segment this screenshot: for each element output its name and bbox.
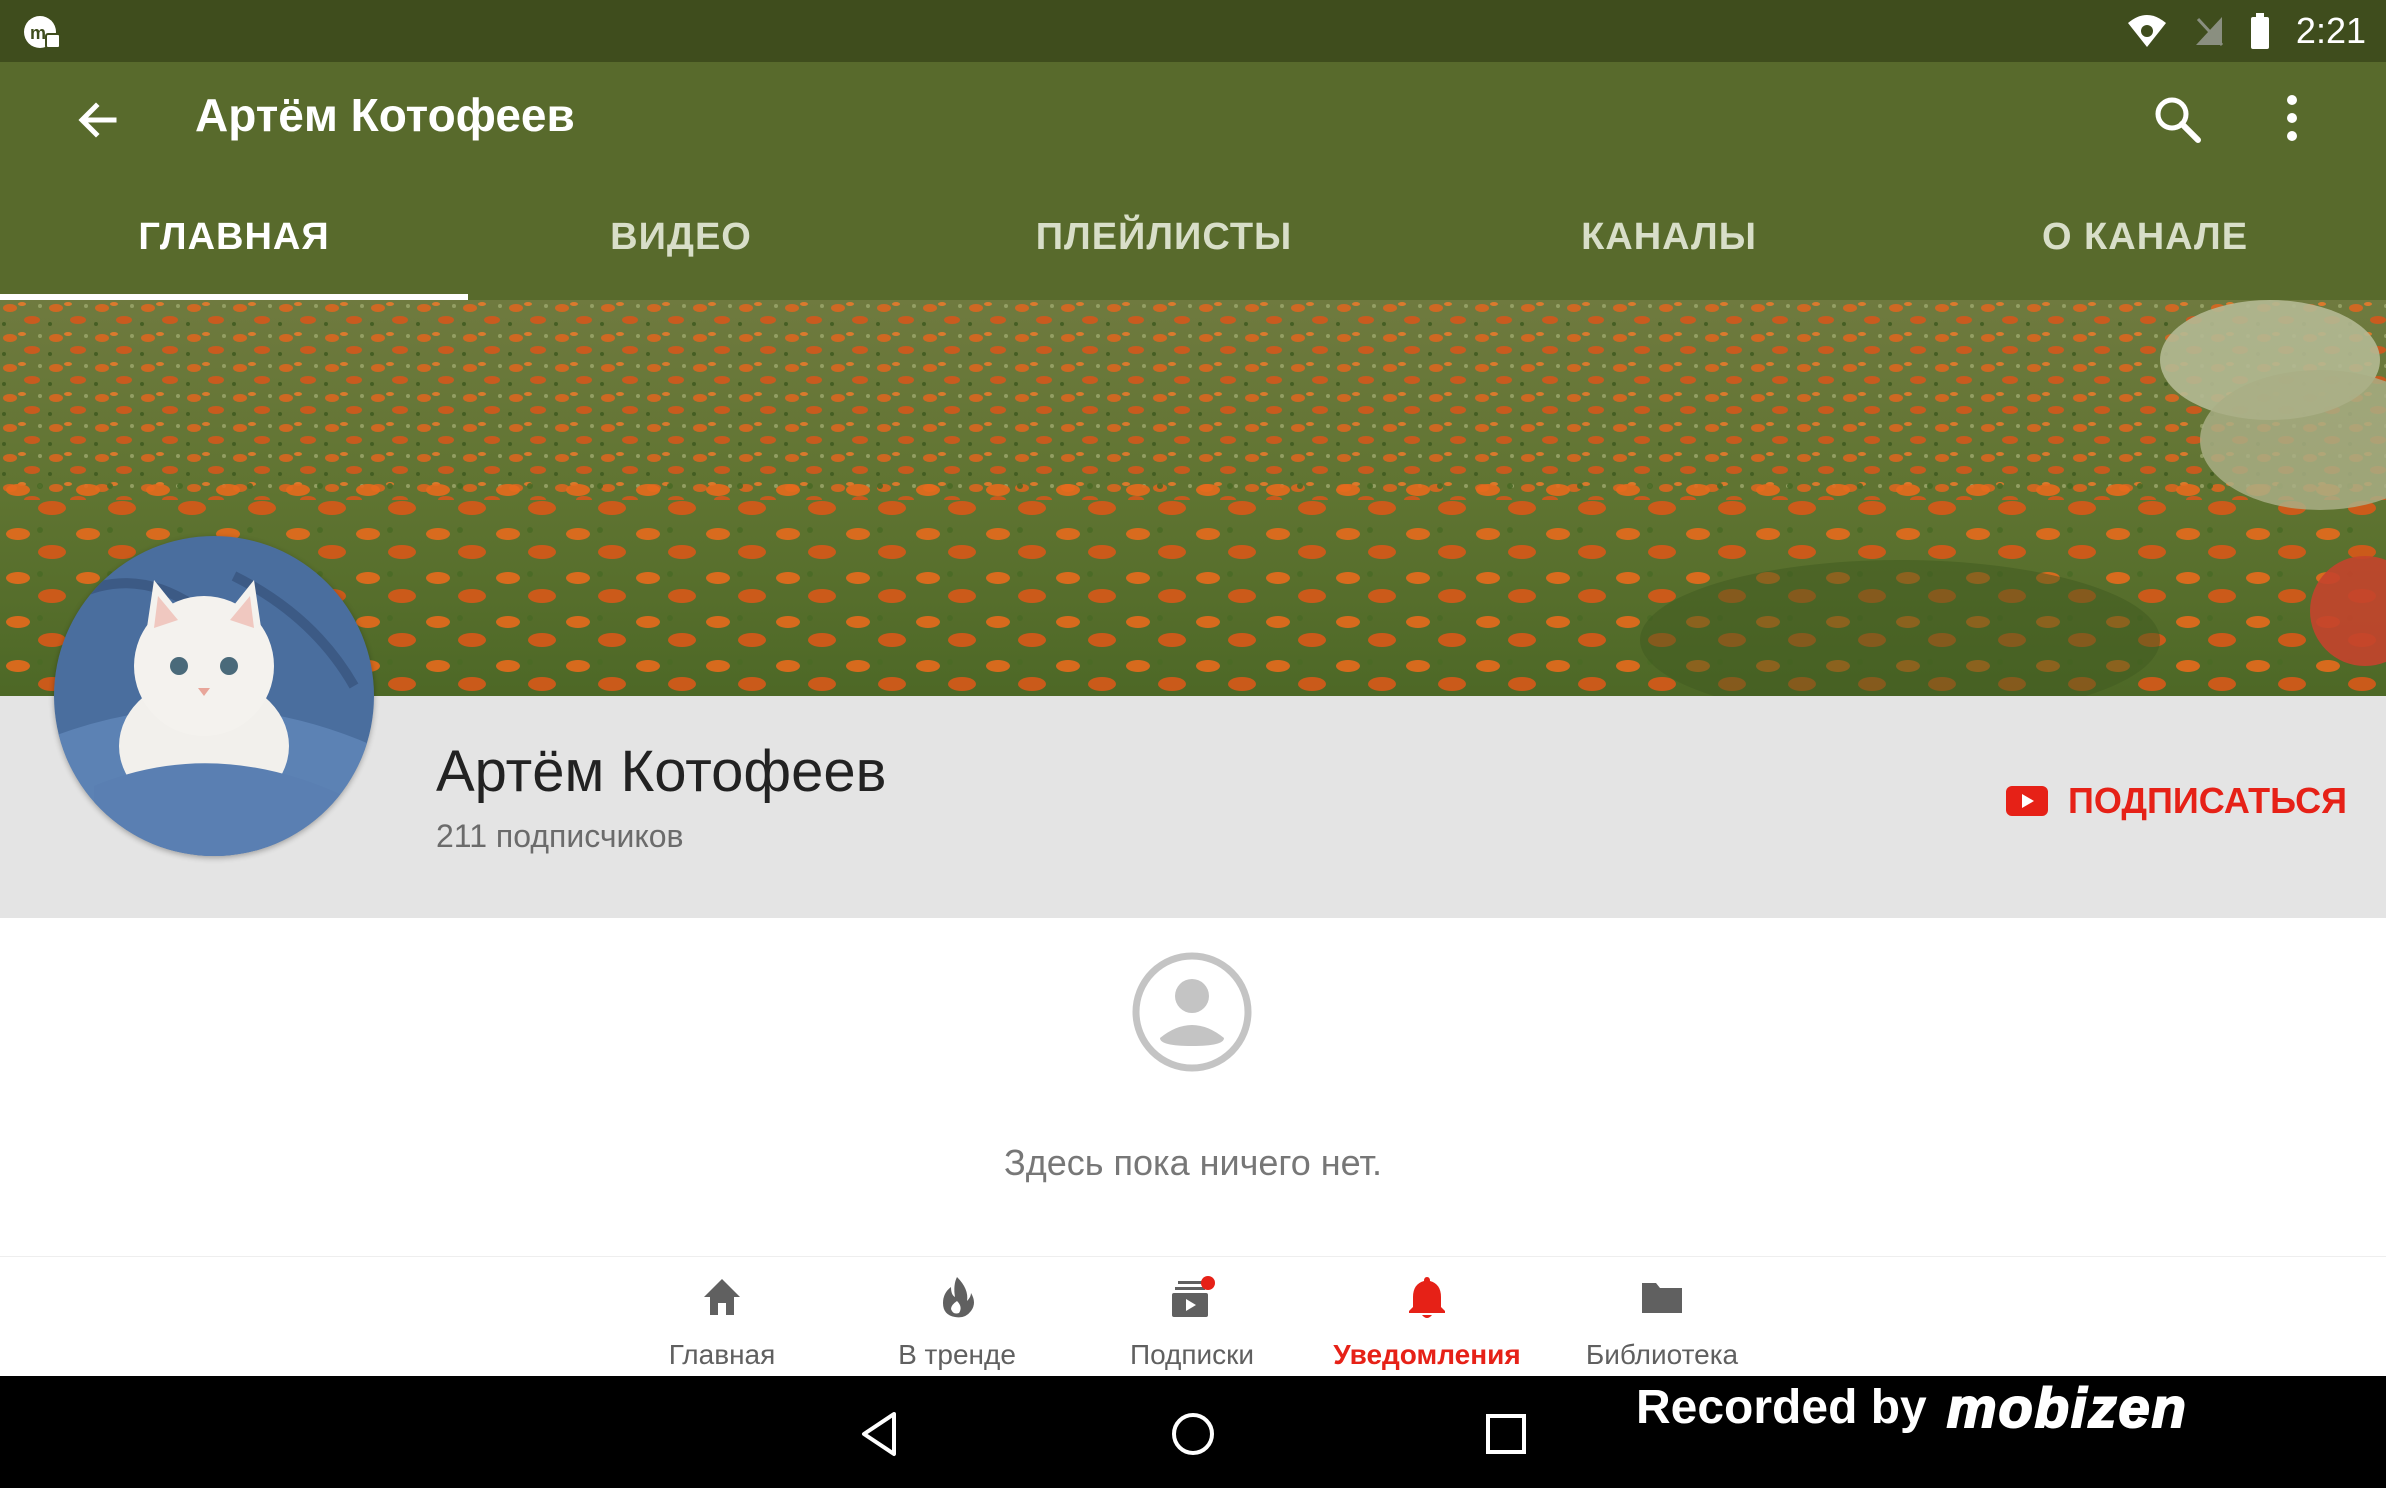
status-icons: 2:21 (2126, 8, 2366, 54)
subscribe-button[interactable]: ПОДПИСАТЬСЯ (2006, 776, 2347, 826)
nav-notifications-label: Уведомления (1333, 1339, 1521, 1370)
nav-back-icon[interactable] (852, 1406, 908, 1462)
wifi-icon (2127, 15, 2166, 47)
watermark-text: Recorded by (1636, 1380, 1927, 1434)
nav-home[interactable]: Главная (617, 1257, 827, 1377)
nav-library[interactable]: Библиотека (1557, 1257, 1767, 1377)
bottom-navigation: Главная В тренде Подписки Уведомления Би… (0, 1256, 2386, 1377)
subscriber-count: 211 подписчиков (436, 818, 684, 854)
nav-home-icon[interactable] (1165, 1406, 1221, 1462)
nav-subscriptions[interactable]: Подписки (1087, 1257, 1297, 1377)
youtube-play-icon (2006, 786, 2048, 816)
subscriptions-icon (1172, 1276, 1215, 1317)
subscribe-label: ПОДПИСАТЬСЯ (2068, 780, 2347, 821)
nav-notifications[interactable]: Уведомления (1322, 1257, 1532, 1377)
bell-icon (1409, 1277, 1445, 1318)
kitten-avatar (54, 536, 374, 856)
arrow-back-icon[interactable] (70, 92, 126, 148)
folder-icon (1642, 1283, 1682, 1313)
tab-videos[interactable]: ВИДЕО (468, 174, 894, 300)
recording-watermark: Recorded by mobizen (1636, 1375, 2188, 1440)
channel-name: Артём Котофеев (436, 739, 887, 804)
channel-tabs: ГЛАВНАЯ ВИДЕО ПЛЕЙЛИСТЫ КАНАЛЫ О КАНАЛЕ (0, 174, 2386, 300)
home-icon (704, 1279, 740, 1315)
trending-flame-icon (943, 1277, 974, 1318)
tab-about[interactable]: О КАНАЛЕ (1904, 174, 2386, 300)
no-signal-icon (2195, 17, 2224, 47)
tab-playlists[interactable]: ПЛЕЙЛИСТЫ (894, 174, 1434, 300)
more-vert-icon[interactable] (2272, 90, 2312, 146)
battery-icon (2250, 13, 2269, 49)
tab-channels[interactable]: КАНАЛЫ (1434, 174, 1904, 300)
account-circle-icon (1132, 952, 1252, 1072)
nav-library-label: Библиотека (1585, 1339, 1739, 1370)
nav-trending[interactable]: В тренде (852, 1257, 1062, 1377)
avatar (54, 536, 374, 856)
tab-home[interactable]: ГЛАВНАЯ (0, 174, 468, 300)
page-title: Артём Котофеев (195, 89, 575, 141)
svg-text:m: m (30, 23, 46, 43)
app-bar: Артём Котофеев (0, 62, 2386, 174)
empty-state-text: Здесь пока ничего нет. (1004, 1142, 1382, 1183)
search-icon[interactable] (2150, 92, 2204, 146)
status-time: 2:21 (2295, 10, 2366, 51)
nav-home-label: Главная (668, 1339, 776, 1370)
mobizen-notification-icon: m (24, 16, 61, 49)
nav-trending-label: В тренде (898, 1339, 1016, 1370)
mobizen-logo: mobizen (1946, 1375, 2188, 1440)
nav-recents-icon[interactable] (1478, 1406, 1534, 1462)
nav-subscriptions-label: Подписки (1129, 1339, 1255, 1370)
status-bar: m 2:21 (0, 0, 2386, 62)
